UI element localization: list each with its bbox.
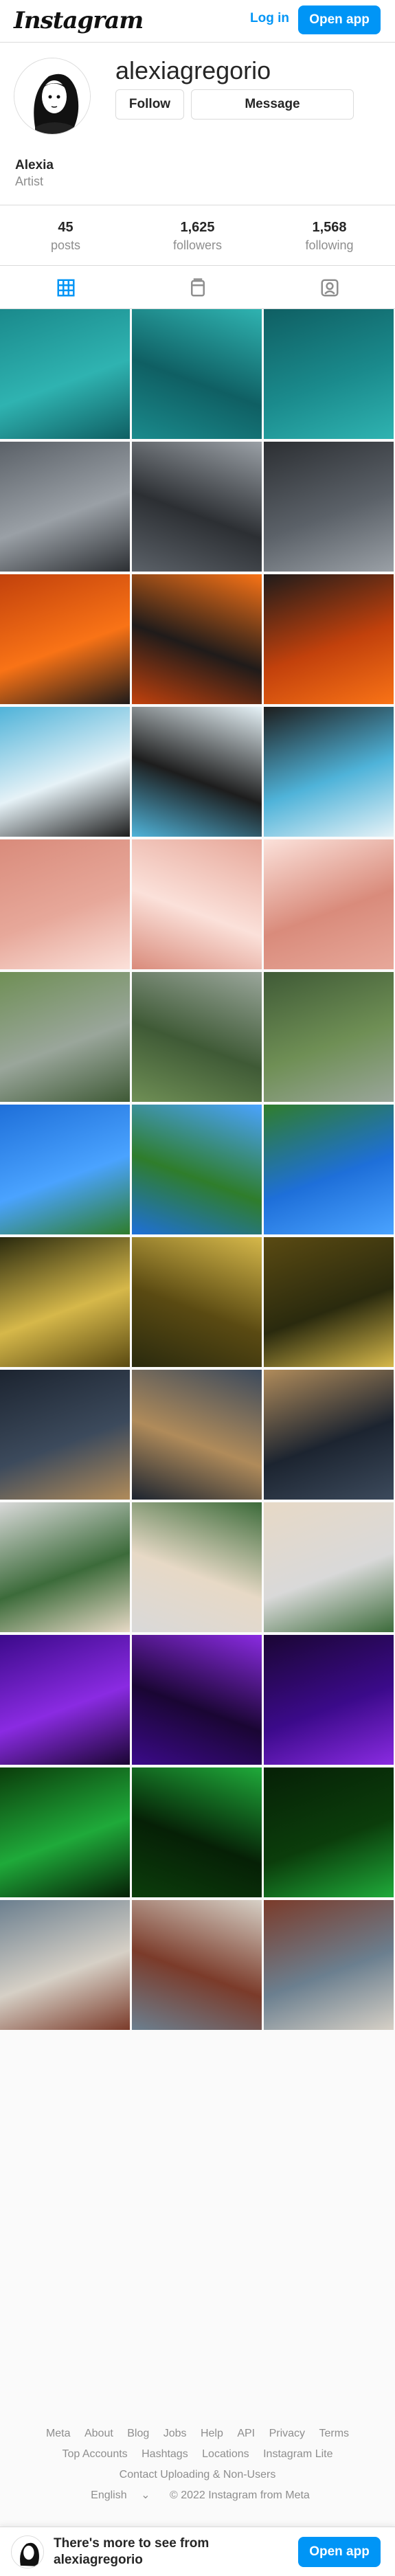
post-thumbnail[interactable]	[0, 1370, 130, 1500]
post-thumbnail[interactable]	[0, 442, 130, 572]
footer-link[interactable]: Hashtags	[142, 2448, 188, 2460]
post-thumbnail[interactable]	[264, 1105, 394, 1234]
footer-link[interactable]: Privacy	[269, 2428, 305, 2439]
footer-link[interactable]: API	[237, 2428, 255, 2439]
post-thumbnail[interactable]	[0, 309, 130, 439]
footer-link[interactable]: Help	[201, 2428, 223, 2439]
post-thumbnail[interactable]	[264, 1370, 394, 1500]
posts-count: 45	[58, 220, 74, 235]
footer-link[interactable]: Locations	[202, 2448, 249, 2460]
profile-username: alexiagregorio	[115, 56, 271, 84]
open-app-button[interactable]: Open app	[298, 2537, 381, 2567]
post-thumbnail[interactable]	[0, 707, 130, 837]
post-thumbnail[interactable]	[0, 574, 130, 704]
footer-link[interactable]: Meta	[46, 2428, 71, 2439]
post-thumbnail[interactable]	[264, 309, 394, 439]
post-thumbnail[interactable]	[132, 574, 262, 704]
avatar-drawing	[12, 2536, 43, 2568]
open-app-button[interactable]: Open app	[298, 5, 381, 34]
post-thumbnail[interactable]	[0, 972, 130, 1102]
tagged-icon	[321, 279, 338, 297]
footer-links: Meta About Blog Jobs Help API Privacy Te…	[0, 2424, 395, 2506]
tab-tagged[interactable]	[264, 266, 395, 310]
post-thumbnail[interactable]	[132, 1237, 262, 1367]
post-thumbnail[interactable]	[132, 1105, 262, 1234]
top-navigation-bar: Instagram Log in Open app	[0, 0, 395, 43]
post-thumbnail[interactable]	[0, 1900, 130, 2030]
following-count: 1,568	[312, 220, 347, 235]
profile-bio: Artist	[15, 174, 44, 188]
footer-links-row-3: Contact Uploading & Non-Users	[0, 2465, 395, 2485]
post-thumbnail[interactable]	[264, 1237, 394, 1367]
grid-icon	[57, 279, 74, 297]
message-button[interactable]: Message	[191, 89, 354, 120]
post-thumbnail[interactable]	[132, 1370, 262, 1500]
post-thumbnail[interactable]	[264, 1767, 394, 1897]
footer-links-row-4: English ⌄ © 2022 Instagram from Meta	[0, 2485, 395, 2506]
following-label: following	[305, 238, 354, 252]
post-thumbnail[interactable]	[132, 1502, 262, 1632]
post-thumbnail[interactable]	[264, 1900, 394, 2030]
tab-reels[interactable]	[132, 266, 263, 310]
footer-links-row-2: Top Accounts Hashtags Locations Instagra…	[0, 2444, 395, 2465]
tab-posts[interactable]	[0, 266, 131, 310]
post-thumbnail[interactable]	[264, 707, 394, 837]
post-thumbnail[interactable]	[0, 839, 130, 969]
avatar	[11, 2535, 44, 2568]
post-thumbnail[interactable]	[0, 1105, 130, 1234]
post-thumbnail[interactable]	[264, 1635, 394, 1765]
post-thumbnail[interactable]	[132, 1900, 262, 2030]
copyright: © 2022 Instagram from Meta	[169, 2489, 310, 2501]
footer-link[interactable]: Top Accounts	[62, 2448, 127, 2460]
post-thumbnail[interactable]	[132, 972, 262, 1102]
language-select[interactable]: English ⌄	[85, 2489, 155, 2501]
bottom-app-banner: There's more to see from alexiagregorio …	[0, 2527, 395, 2576]
post-thumbnail[interactable]	[0, 1502, 130, 1632]
profile-full-name: Alexia	[15, 158, 54, 172]
footer-link[interactable]: Instagram Lite	[263, 2448, 332, 2460]
followers-label: followers	[172, 238, 223, 252]
footer-link[interactable]: Contact Uploading & Non-Users	[120, 2469, 276, 2481]
post-thumbnail[interactable]	[264, 574, 394, 704]
post-thumbnail[interactable]	[264, 1502, 394, 1632]
footer: Meta About Blog Jobs Help API Privacy Te…	[0, 2322, 395, 2501]
following-stat[interactable]: 1,568 following	[264, 220, 395, 253]
post-thumbnail[interactable]	[264, 442, 394, 572]
post-thumbnail[interactable]	[132, 1635, 262, 1765]
chevron-down-icon: ⌄	[141, 2489, 150, 2501]
profile-tabs	[0, 265, 395, 309]
post-thumbnail[interactable]	[132, 442, 262, 572]
footer-links-row-1: Meta About Blog Jobs Help API Privacy Te…	[0, 2424, 395, 2444]
followers-count: 1,625	[180, 220, 215, 235]
post-thumbnail[interactable]	[132, 839, 262, 969]
language-label: English	[91, 2489, 127, 2501]
footer-link[interactable]: Blog	[127, 2428, 149, 2439]
login-link[interactable]: Log in	[250, 11, 289, 26]
post-thumbnail[interactable]	[0, 1237, 130, 1367]
profile-header: alexiagregorio Follow Message Alexia Art…	[0, 43, 395, 265]
followers-stat[interactable]: 1,625 followers	[132, 220, 263, 253]
reels-icon	[190, 278, 205, 297]
post-thumbnail[interactable]	[0, 1767, 130, 1897]
post-thumbnail[interactable]	[264, 839, 394, 969]
posts-grid	[0, 309, 395, 2036]
posts-label: posts	[50, 238, 81, 252]
follow-button[interactable]: Follow	[115, 89, 184, 120]
post-thumbnail[interactable]	[132, 309, 262, 439]
footer-link[interactable]: Terms	[319, 2428, 349, 2439]
posts-stat: 45 posts	[0, 220, 131, 253]
avatar-drawing	[14, 58, 90, 134]
avatar[interactable]	[14, 58, 91, 135]
banner-text: There's more to see from alexiagregorio	[54, 2536, 210, 2567]
footer-link[interactable]: Jobs	[163, 2428, 187, 2439]
footer-link[interactable]: About	[84, 2428, 113, 2439]
post-thumbnail[interactable]	[0, 1635, 130, 1765]
post-thumbnail[interactable]	[132, 707, 262, 837]
instagram-logo[interactable]: Instagram	[14, 7, 144, 34]
post-thumbnail[interactable]	[264, 972, 394, 1102]
post-thumbnail[interactable]	[132, 1767, 262, 1897]
